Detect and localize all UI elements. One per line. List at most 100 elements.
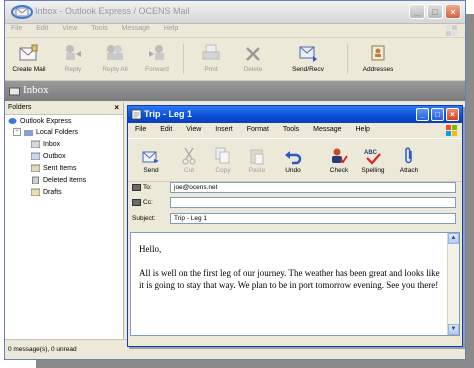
menu-tools[interactable]: Tools <box>85 23 113 32</box>
print-icon <box>202 44 220 60</box>
drafts-icon <box>31 188 40 196</box>
outlook-express-icon <box>11 5 33 19</box>
toolbar-separator <box>183 44 184 74</box>
compose-menu-help[interactable]: Help <box>349 124 375 133</box>
paste-icon <box>250 149 264 165</box>
cc-row: Cc: <box>132 197 456 209</box>
delete-button[interactable]: Delete <box>231 41 275 73</box>
compose-titlebar[interactable]: Trip - Leg 1 _ □ × <box>128 106 462 123</box>
main-titlebar[interactable]: Inbox - Outlook Express / OCENS Mail _ □… <box>5 1 465 24</box>
inbox-icon <box>9 87 20 96</box>
to-row: To: joe@ocens.net <box>132 182 456 194</box>
compose-window: Trip - Leg 1 _ □ × File Edit View Insert… <box>127 105 463 347</box>
compose-menu-format[interactable]: Format <box>240 124 274 133</box>
compose-menu-insert[interactable]: Insert <box>208 124 238 133</box>
close-button[interactable]: × <box>445 4 461 19</box>
compose-menu-edit[interactable]: Edit <box>153 124 177 133</box>
compose-minimize-button[interactable]: _ <box>416 108 429 121</box>
to-label-button[interactable]: To: <box>132 184 152 191</box>
compose-menu-view[interactable]: View <box>179 124 206 133</box>
local-folders-icon <box>24 130 33 136</box>
send-receive-icon <box>299 46 317 62</box>
attach-icon <box>405 147 412 164</box>
deleted-items-icon <box>32 176 39 184</box>
compose-toolbar: Send Cut Copy Paste Undo Check ABC Spell… <box>128 138 462 182</box>
copy-icon <box>215 147 230 164</box>
minimize-button[interactable]: _ <box>409 4 425 19</box>
sent-items-icon <box>31 164 40 172</box>
compose-title: Trip - Leg 1 <box>144 109 193 119</box>
reply-all-button[interactable]: Reply All <box>93 41 137 73</box>
compose-close-button[interactable]: × <box>446 108 459 121</box>
folder-infobar: Inbox <box>5 81 465 101</box>
subject-field[interactable]: Trip - Leg 1 <box>170 213 456 224</box>
send-button[interactable]: Send <box>136 141 166 174</box>
send-receive-button[interactable]: Send/Recv <box>283 41 333 73</box>
cc-label-button[interactable]: Cc: <box>132 199 153 206</box>
menu-file[interactable]: File <box>5 23 28 32</box>
infobar-title: Inbox <box>23 84 49 96</box>
tree-item-outlook-express[interactable]: Outlook Express <box>8 117 71 125</box>
tree-item-drafts[interactable]: Drafts <box>31 188 62 196</box>
message-body[interactable]: Hello, All is well on the first leg of o… <box>130 232 460 336</box>
tree-item-outbox[interactable]: Outbox <box>31 152 66 160</box>
address-book-icon <box>132 184 141 191</box>
forward-button[interactable]: Forward <box>135 41 179 73</box>
reply-all-icon <box>107 45 123 60</box>
outbox-icon <box>31 152 40 160</box>
cc-field[interactable] <box>170 197 456 208</box>
toolbar-separator <box>347 44 348 74</box>
main-window-title: Inbox - Outlook Express / OCENS Mail <box>35 6 190 16</box>
windows-logo-icon <box>446 25 457 36</box>
forward-icon <box>149 45 164 60</box>
compose-maximize-button[interactable]: □ <box>431 108 444 121</box>
reply-icon <box>66 45 81 60</box>
check-names-button[interactable]: Check <box>324 141 354 174</box>
compose-menubar: File Edit View Insert Format Tools Messa… <box>128 124 462 137</box>
outlook-express-icon <box>8 118 17 124</box>
scroll-down-arrow[interactable]: ▼ <box>448 324 459 335</box>
paste-button[interactable]: Paste <box>242 141 272 174</box>
compose-menu-tools[interactable]: Tools <box>276 124 304 133</box>
folder-pane: Folders × Outlook Express − Local Folder… <box>5 102 124 339</box>
collapse-icon[interactable]: − <box>13 128 21 136</box>
addresses-button[interactable]: Addresses <box>353 41 403 73</box>
message-headers: To: joe@ocens.net Cc: Subject: Trip - Le… <box>128 182 462 228</box>
tree-item-inbox[interactable]: Inbox <box>31 140 60 148</box>
check-names-icon <box>332 148 348 164</box>
message-icon <box>131 109 142 120</box>
spelling-button[interactable]: ABC Spelling <box>358 141 388 174</box>
tree-item-sent-items[interactable]: Sent Items <box>31 164 76 172</box>
cut-icon <box>182 147 196 165</box>
menu-edit[interactable]: Edit <box>30 23 54 32</box>
body-scrollbar[interactable]: ▲ ▼ <box>447 233 459 335</box>
status-text: 0 message(s), 0 unread <box>8 346 77 353</box>
main-toolbar: Create Mail Reply Reply All Forward Prin… <box>5 38 465 81</box>
menu-message[interactable]: Message <box>116 23 156 32</box>
cut-button[interactable]: Cut <box>174 141 204 174</box>
undo-button[interactable]: Undo <box>278 141 308 174</box>
compose-menu-file[interactable]: File <box>128 124 151 133</box>
main-window: Inbox - Outlook Express / OCENS Mail _ □… <box>4 0 466 360</box>
maximize-button[interactable]: □ <box>427 4 443 19</box>
menu-help[interactable]: Help <box>158 23 184 32</box>
create-mail-button[interactable]: Create Mail <box>7 41 51 73</box>
scroll-up-arrow[interactable]: ▲ <box>448 233 459 244</box>
body-paragraph: All is well on the first leg of our jour… <box>139 267 440 291</box>
attach-button[interactable]: Attach <box>394 141 424 174</box>
tree-item-deleted-items[interactable]: Deleted Items <box>31 176 86 184</box>
compose-menu-message[interactable]: Message <box>306 124 346 133</box>
tree-item-local-folders[interactable]: − Local Folders <box>13 128 78 136</box>
close-pane-icon[interactable]: × <box>114 103 119 112</box>
copy-button[interactable]: Copy <box>208 141 238 174</box>
addresses-icon <box>371 45 385 61</box>
address-book-icon <box>132 199 141 206</box>
subject-row: Subject: Trip - Leg 1 <box>132 213 456 225</box>
reply-button[interactable]: Reply <box>51 41 95 73</box>
print-button[interactable]: Print <box>189 41 233 73</box>
delete-icon <box>246 47 260 61</box>
to-field[interactable]: joe@ocens.net <box>170 182 456 193</box>
inbox-icon <box>31 140 40 148</box>
main-menubar: File Edit View Tools Message Help <box>5 23 465 38</box>
menu-view[interactable]: View <box>56 23 83 32</box>
